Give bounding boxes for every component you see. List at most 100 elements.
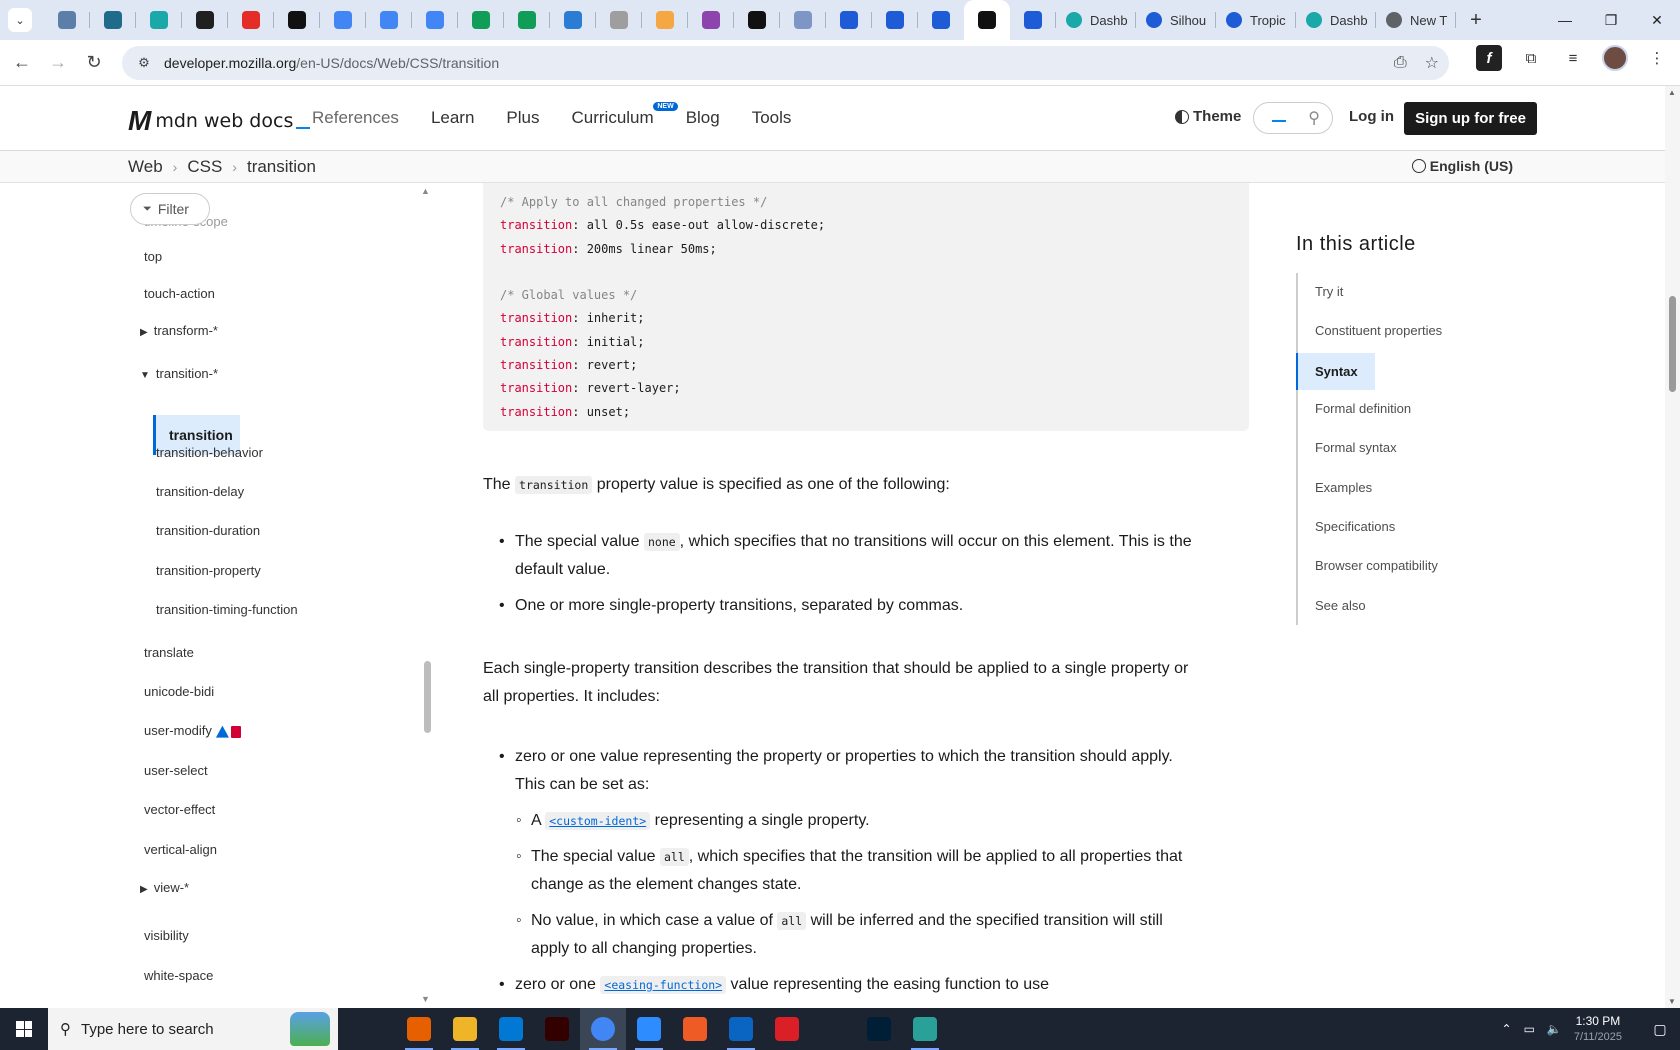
sidebar-filter-input[interactable]: ⏷ Filter bbox=[130, 193, 210, 225]
scroll-down-icon[interactable]: ▼ bbox=[1668, 997, 1676, 1006]
taskbar-app[interactable] bbox=[764, 1008, 810, 1050]
pinned-tab[interactable] bbox=[964, 0, 1010, 40]
sidebar-item-vertical-align[interactable]: vertical-align bbox=[144, 842, 217, 857]
profile-avatar[interactable] bbox=[1602, 45, 1628, 71]
login-link[interactable]: Log in bbox=[1349, 108, 1394, 125]
chrome-menu-icon[interactable]: ⋮ bbox=[1644, 45, 1670, 71]
sidebar-group-view[interactable]: ▶ view-* bbox=[140, 880, 189, 895]
sidebar-item-transition-duration[interactable]: transition-duration bbox=[156, 523, 260, 538]
font-extension-icon[interactable]: f bbox=[1476, 45, 1502, 71]
custom-ident-link[interactable]: <custom-ident> bbox=[545, 812, 651, 830]
taskbar-app[interactable] bbox=[810, 1008, 856, 1050]
pinned-tab[interactable] bbox=[780, 0, 826, 40]
toc-item-try-it[interactable]: Try it bbox=[1315, 284, 1343, 299]
browser-tab[interactable]: New T bbox=[1376, 0, 1456, 40]
nav-plus[interactable]: Plus bbox=[506, 108, 539, 128]
pinned-tab[interactable] bbox=[596, 0, 642, 40]
pinned-tab[interactable] bbox=[826, 0, 872, 40]
pinned-tab[interactable] bbox=[44, 0, 90, 40]
sidebar-group-transform[interactable]: ▶ transform-* bbox=[140, 323, 218, 338]
nav-learn[interactable]: Learn bbox=[431, 108, 474, 128]
browser-tab[interactable]: Silhou bbox=[1136, 0, 1216, 40]
nav-references[interactable]: References bbox=[312, 108, 399, 128]
pinned-tab[interactable] bbox=[642, 0, 688, 40]
toc-item-formal-syntax[interactable]: Formal syntax bbox=[1315, 440, 1397, 455]
nav-curriculum[interactable]: Curriculum NEW bbox=[572, 102, 678, 128]
site-info-icon[interactable]: ⚙ bbox=[130, 55, 158, 71]
pinned-tab[interactable] bbox=[228, 0, 274, 40]
language-switcher[interactable]: English (US) bbox=[1411, 158, 1513, 174]
pinned-tab[interactable] bbox=[918, 0, 964, 40]
pinned-tab[interactable] bbox=[182, 0, 228, 40]
pinned-tab[interactable] bbox=[136, 0, 182, 40]
easing-function-link[interactable]: <easing-function> bbox=[600, 976, 727, 994]
sidebar-item-vector-effect[interactable]: vector-effect bbox=[144, 802, 215, 817]
pinned-tab[interactable] bbox=[320, 0, 366, 40]
mdn-logo[interactable]: M mdn web docs bbox=[128, 105, 311, 137]
forward-button[interactable]: → bbox=[40, 45, 76, 81]
nav-blog[interactable]: Blog bbox=[686, 108, 720, 128]
url-text[interactable]: developer.mozilla.org/en-US/docs/Web/CSS… bbox=[164, 55, 499, 71]
pinned-tab[interactable] bbox=[90, 0, 136, 40]
taskbar-app[interactable] bbox=[626, 1008, 672, 1050]
taskbar-search-input[interactable]: ⚲ Type here to search bbox=[48, 1008, 338, 1050]
browser-tab[interactable]: Dashb bbox=[1296, 0, 1376, 40]
sidebar-item-unicode-bidi[interactable]: unicode-bidi bbox=[144, 684, 214, 699]
taskbar-app[interactable] bbox=[718, 1008, 764, 1050]
sidebar-item-transition-timing-function[interactable]: transition-timing-function bbox=[156, 602, 298, 617]
restore-icon[interactable]: ❐ bbox=[1588, 0, 1634, 40]
reload-button[interactable]: ↻ bbox=[76, 45, 112, 81]
breadcrumb-css[interactable]: CSS bbox=[187, 157, 222, 177]
signup-button[interactable]: Sign up for free bbox=[1404, 102, 1537, 135]
clock[interactable]: 1:30 PM 7/11/2025 bbox=[1574, 1013, 1622, 1045]
taskbar-app[interactable] bbox=[580, 1008, 626, 1050]
pinned-tab[interactable] bbox=[366, 0, 412, 40]
toc-item-constituent-properties[interactable]: Constituent properties bbox=[1315, 323, 1442, 338]
toc-item-examples[interactable]: Examples bbox=[1315, 480, 1372, 495]
sidebar-item-user-select[interactable]: user-select bbox=[144, 763, 208, 778]
nav-tools[interactable]: Tools bbox=[752, 108, 792, 128]
toc-item-formal-definition[interactable]: Formal definition bbox=[1315, 401, 1411, 416]
sidebar-item-translate[interactable]: translate bbox=[144, 645, 194, 660]
pinned-tab[interactable] bbox=[1010, 0, 1056, 40]
taskbar-app[interactable] bbox=[856, 1008, 902, 1050]
extensions-puzzle-icon[interactable]: ⧉ bbox=[1518, 45, 1544, 71]
sidebar-item-top[interactable]: top bbox=[144, 249, 162, 264]
breadcrumb-transition[interactable]: transition bbox=[247, 157, 316, 177]
browser-tab[interactable]: Dashb bbox=[1056, 0, 1136, 40]
site-search-input[interactable]: ⚲ bbox=[1253, 102, 1333, 134]
toc-item-specifications[interactable]: Specifications bbox=[1315, 519, 1395, 534]
start-button[interactable] bbox=[0, 1008, 48, 1050]
pinned-tab[interactable] bbox=[274, 0, 320, 40]
sidebar-item-white-space[interactable]: white-space bbox=[144, 968, 213, 983]
taskbar-app[interactable] bbox=[534, 1008, 580, 1050]
pinned-tab[interactable] bbox=[872, 0, 918, 40]
theme-button[interactable]: Theme bbox=[1175, 108, 1241, 125]
pinned-tab[interactable] bbox=[504, 0, 550, 40]
sidebar-group-transition[interactable]: ▼ transition-* bbox=[140, 366, 218, 381]
network-icon[interactable]: ▭ bbox=[1524, 1022, 1535, 1036]
back-button[interactable]: ← bbox=[4, 45, 40, 81]
scroll-up-icon[interactable]: ▲ bbox=[1668, 88, 1676, 97]
pinned-tab[interactable] bbox=[688, 0, 734, 40]
install-app-icon[interactable]: ⎙ bbox=[1394, 54, 1407, 72]
page-scrollbar[interactable]: ▲ ▼ bbox=[1665, 86, 1680, 1008]
sidebar-item-transition-property[interactable]: transition-property bbox=[156, 563, 261, 578]
notifications-icon[interactable]: ▢ bbox=[1640, 1008, 1680, 1050]
bookmark-star-icon[interactable]: ☆ bbox=[1425, 53, 1439, 73]
close-icon[interactable]: ✕ bbox=[1634, 0, 1680, 40]
new-tab-button[interactable]: + bbox=[1462, 6, 1490, 34]
address-bar[interactable]: ⚙ developer.mozilla.org/en-US/docs/Web/C… bbox=[122, 46, 1449, 80]
volume-icon[interactable]: 🔈 bbox=[1547, 1022, 1562, 1036]
taskbar-app[interactable] bbox=[350, 1008, 396, 1050]
taskbar-app[interactable] bbox=[488, 1008, 534, 1050]
sidebar-item-transition-behavior[interactable]: transition-behavior bbox=[156, 445, 263, 460]
media-controls-icon[interactable]: ≡ bbox=[1560, 45, 1586, 71]
toc-item-see-also[interactable]: See also bbox=[1315, 598, 1366, 613]
page-scrollbar-thumb[interactable] bbox=[1669, 296, 1676, 392]
browser-tab[interactable]: Tropic bbox=[1216, 0, 1296, 40]
sidebar-scroll-up-icon[interactable]: ▲ bbox=[421, 186, 430, 196]
sidebar-scroll-down-icon[interactable]: ▼ bbox=[421, 994, 430, 1004]
taskbar-app[interactable] bbox=[442, 1008, 488, 1050]
tray-chevron-icon[interactable]: ⌃ bbox=[1502, 1022, 1512, 1036]
